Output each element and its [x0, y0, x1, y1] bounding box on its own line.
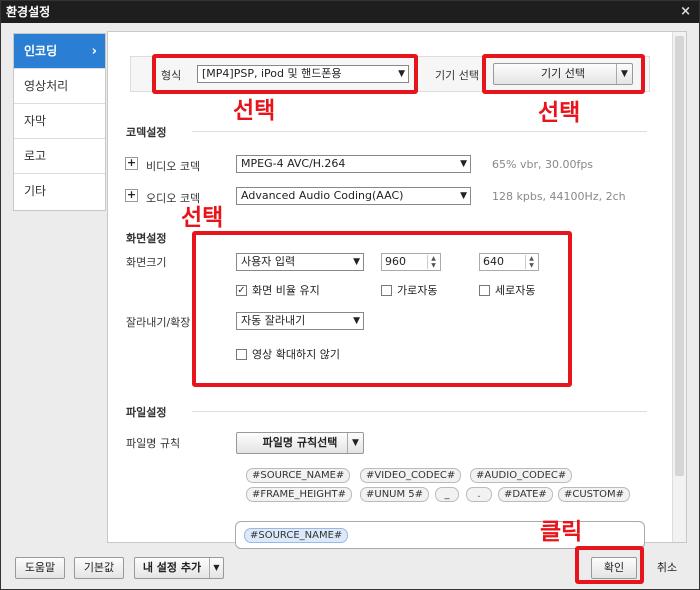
dropdown-arrow-icon: ▼ — [460, 159, 467, 169]
screen-section-title: 화면설정 — [126, 232, 167, 245]
annotation-select-3: 선택 — [181, 205, 224, 231]
filename-tag[interactable]: . — [466, 487, 492, 502]
audio-codec-info: 128 kpbs, 44100Hz, 2ch — [492, 190, 626, 203]
default-button[interactable]: 기본값 — [74, 557, 124, 579]
highlight-screen-settings — [192, 231, 572, 387]
vertical-scrollbar[interactable] — [672, 32, 686, 542]
filename-tag[interactable]: #SOURCE_NAME# — [244, 528, 349, 543]
filename-tag[interactable]: #FRAME_HEIGHT# — [246, 487, 353, 502]
divider — [192, 131, 647, 132]
crop-label: 잘라내기/확장 — [126, 316, 191, 329]
filename-tag[interactable]: #AUDIO_CODEC# — [470, 468, 573, 483]
sidebar-item-label: 로고 — [24, 149, 47, 163]
title-bar: 환경설정 × — [1, 1, 699, 23]
sidebar: 인코딩 › 영상처리 자막 로고 기타 — [13, 33, 106, 211]
filename-tag[interactable]: _ — [435, 487, 459, 502]
filename-tag[interactable]: #DATE# — [498, 487, 553, 502]
sidebar-item-label: 영상처리 — [24, 79, 69, 93]
filename-tag[interactable]: #CUSTOM# — [558, 487, 631, 502]
chevron-right-icon: › — [91, 44, 97, 59]
highlight-format — [152, 54, 418, 94]
help-button[interactable]: 도움말 — [15, 557, 65, 579]
video-codec-info: 65% vbr, 30.00fps — [492, 158, 594, 171]
filename-tag[interactable]: #SOURCE_NAME# — [246, 468, 351, 483]
annotation-select-1: 선택 — [233, 98, 276, 124]
filename-pattern-field[interactable]: #SOURCE_NAME# — [235, 521, 645, 549]
dropdown-arrow-icon[interactable]: ▼ — [209, 558, 223, 578]
divider — [192, 411, 647, 412]
add-preset-button[interactable]: 내 설정 추가 ▼ — [134, 557, 224, 579]
sidebar-item-logo[interactable]: 로고 — [14, 139, 105, 174]
sidebar-item-encoding[interactable]: 인코딩 › — [14, 34, 105, 69]
filename-tag[interactable]: #UNUM 5# — [360, 487, 430, 502]
filename-rule-label: 파일명 규칙 — [126, 437, 181, 450]
expand-audio-icon[interactable]: + — [125, 189, 138, 202]
scrollbar-thumb[interactable] — [675, 36, 684, 476]
video-codec-value: MPEG-4 AVC/H.264 — [241, 157, 346, 170]
expand-video-icon[interactable]: + — [125, 157, 138, 170]
close-icon[interactable]: × — [680, 1, 691, 23]
sidebar-item-label: 자막 — [24, 114, 47, 128]
device-label: 기기 선택 — [435, 69, 479, 82]
dropdown-arrow-icon[interactable]: ▼ — [347, 433, 363, 453]
audio-codec-value: Advanced Audio Coding(AAC) — [241, 189, 404, 202]
sidebar-item-label: 인코딩 — [24, 44, 58, 58]
annotation-click: 클릭 — [540, 519, 583, 545]
window-title: 환경설정 — [6, 5, 51, 19]
filename-rule-button-label: 파일명 규칙선택 — [262, 436, 338, 449]
highlight-device — [482, 54, 645, 94]
audio-codec-select[interactable]: Advanced Audio Coding(AAC) ▼ — [236, 187, 471, 205]
filename-tag[interactable]: #VIDEO_CODEC# — [360, 468, 462, 483]
highlight-ok-button — [575, 546, 644, 584]
video-codec-select[interactable]: MPEG-4 AVC/H.264 ▼ — [236, 155, 471, 173]
video-codec-label: 비디오 코덱 — [146, 160, 201, 173]
dropdown-arrow-icon: ▼ — [460, 191, 467, 201]
cancel-button[interactable]: 취소 — [645, 557, 689, 579]
sidebar-item-subtitle[interactable]: 자막 — [14, 104, 105, 139]
settings-window: 환경설정 × 인코딩 › 영상처리 자막 로고 기타 형식 [MP4]PSP, … — [0, 0, 700, 590]
file-section-title: 파일설정 — [126, 406, 167, 419]
annotation-select-2: 선택 — [538, 100, 581, 126]
screen-size-label: 화면크기 — [126, 256, 167, 269]
sidebar-item-label: 기타 — [24, 184, 47, 198]
add-preset-label: 내 설정 추가 — [142, 561, 202, 574]
sidebar-item-other[interactable]: 기타 — [14, 174, 105, 209]
filename-rule-button[interactable]: 파일명 규칙선택 ▼ — [236, 432, 364, 454]
sidebar-item-video-processing[interactable]: 영상처리 — [14, 69, 105, 104]
codec-section-title: 코덱설정 — [126, 126, 167, 139]
